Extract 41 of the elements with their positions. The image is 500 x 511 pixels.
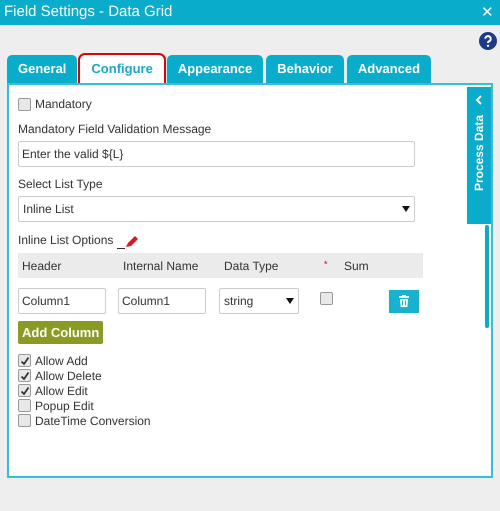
checkbox-label: Allow Delete <box>35 368 102 384</box>
help-icon[interactable] <box>479 32 497 50</box>
checkbox-label: Allow Edit <box>35 382 88 400</box>
select-field[interactable]: Inline List <box>18 196 415 222</box>
tab[interactable]: General <box>7 55 78 83</box>
column-header: Internal Name <box>123 258 200 274</box>
chevron-left-icon <box>475 95 483 105</box>
tab[interactable]: Configure <box>80 55 164 83</box>
input-field[interactable]: Column1 <box>118 288 206 314</box>
checkbox[interactable] <box>18 369 31 382</box>
dropdown-arrow-icon <box>286 298 294 304</box>
checkbox-label: DateTime Conversion <box>35 412 151 430</box>
process-data-tab[interactable]: Process Data <box>467 87 491 224</box>
add-column-button[interactable]: Add Column <box>18 321 104 344</box>
column-header: Header <box>22 258 62 274</box>
close-button[interactable]: ✕ <box>481 5 496 20</box>
tab[interactable]: Advanced <box>346 55 432 83</box>
input-field[interactable]: Enter the valid ${L} <box>18 141 415 167</box>
tab[interactable]: Behavior <box>266 55 344 83</box>
checkbox[interactable] <box>18 98 31 110</box>
tab[interactable]: Appearance <box>166 55 264 83</box>
select-field[interactable]: string <box>219 288 300 314</box>
checkbox[interactable] <box>18 384 31 397</box>
input-field[interactable]: Column1 <box>18 288 106 314</box>
trash-icon <box>399 295 410 307</box>
side-tab-label: Process Data <box>471 115 487 192</box>
field-label: Select List Type <box>18 176 104 193</box>
checkbox[interactable] <box>18 414 31 427</box>
dropdown-arrow-icon <box>402 206 410 212</box>
checkbox[interactable] <box>320 292 334 305</box>
field-label: Mandatory Field Validation Message <box>18 121 212 138</box>
checkbox[interactable] <box>18 399 31 412</box>
column-header: Data Type <box>224 258 280 274</box>
checkbox-label: Mandatory <box>35 96 92 113</box>
window-title: Field Settings - Data Grid <box>4 2 172 22</box>
column-header: * <box>324 258 329 271</box>
column-header: Sum <box>344 258 370 274</box>
checkbox-label: Popup Edit <box>35 398 94 414</box>
checkbox-label: Allow Add <box>35 352 88 370</box>
checkbox[interactable] <box>18 354 31 367</box>
section-label: Inline List Options <box>18 232 114 249</box>
